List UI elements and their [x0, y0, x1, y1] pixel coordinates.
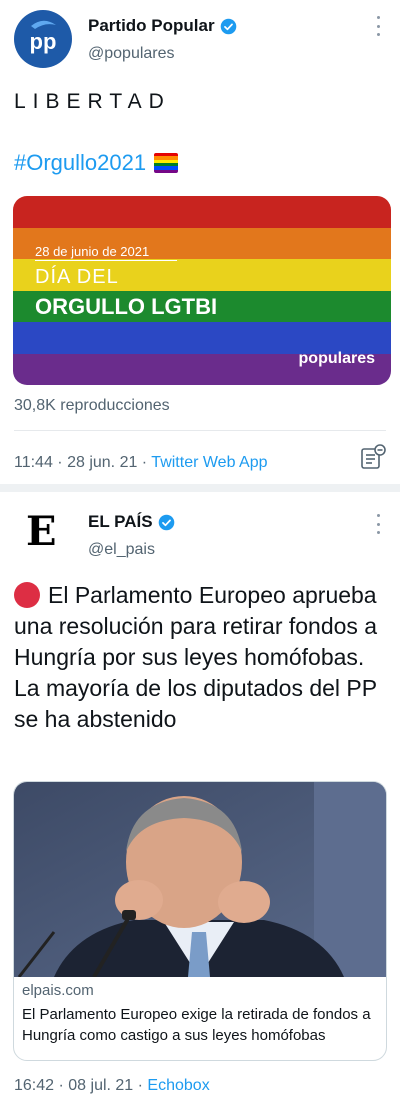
author-handle[interactable]: @el_pais [88, 541, 155, 559]
image-brand: populares [298, 350, 375, 367]
pride-media-image[interactable]: 28 de junio de 2021 DÍA DEL ORGULLO LGTB… [13, 196, 391, 385]
image-line1: DÍA DEL [35, 266, 119, 288]
author-name[interactable]: Partido Popular [88, 16, 215, 36]
view-count: 30,8K reproducciones [14, 397, 170, 414]
tweet-source[interactable]: Echobox [147, 1077, 209, 1094]
verified-badge-icon [158, 514, 174, 530]
card-domain: elpais.com [22, 982, 94, 999]
card-photo [14, 782, 386, 977]
pride-flag-icon [154, 153, 179, 173]
link-card[interactable]: elpais.com El Parlamento Europeo exige l… [13, 781, 387, 1061]
card-title: El Parlamento Europeo exige la retirada … [22, 1006, 371, 1044]
tweet-partido-popular[interactable]: pp Partido Popular @populares LIBERTAD #… [0, 0, 400, 484]
tweet-date[interactable]: 08 jul. 21 [68, 1077, 133, 1094]
tweet-date[interactable]: 28 jun. 21 [67, 454, 137, 471]
author-row: EL PAÍS [88, 512, 175, 532]
author-name[interactable]: EL PAÍS [88, 512, 153, 532]
tweet-text: LIBERTAD [14, 90, 171, 113]
meta-separator: · [54, 1077, 69, 1094]
pp-avatar[interactable]: pp [14, 10, 72, 68]
meta-separator: · [137, 454, 152, 471]
tweet-el-pais[interactable]: E EL PAÍS @el_pais El Parlamento Europeo… [0, 492, 400, 1109]
image-date-underline [35, 260, 177, 261]
pp-logo-icon: pp [14, 10, 72, 68]
red-circle-icon [14, 582, 40, 608]
hashtag-link[interactable]: #Orgullo2021 [14, 150, 179, 176]
meta-separator: · [133, 1077, 148, 1094]
image-date: 28 de junio de 2021 [35, 244, 150, 259]
tweet-separator [0, 484, 400, 492]
tweet-meta: 16:42 · 08 jul. 21 · Echobox [14, 1077, 210, 1095]
tweet-text-block: El Parlamento Europeo aprueba una resolu… [14, 580, 386, 735]
stripe-red [13, 196, 391, 228]
author-handle[interactable]: @populares [88, 45, 175, 63]
tweet-time[interactable]: 16:42 [14, 1077, 54, 1094]
more-options-icon[interactable] [370, 16, 386, 36]
meta-separator: · [52, 454, 68, 471]
stripe-blue [13, 322, 391, 354]
tweet-time[interactable]: 11:44 [14, 454, 53, 471]
tweet-text: El Parlamento Europeo aprueba una resolu… [14, 582, 378, 732]
list-icon[interactable] [360, 444, 386, 470]
tweet-source[interactable]: Twitter Web App [151, 454, 267, 471]
verified-badge-icon [220, 18, 236, 34]
author-row: Partido Popular [88, 16, 237, 36]
hashtag-text: #Orgullo2021 [14, 150, 147, 175]
more-options-icon[interactable] [370, 514, 386, 534]
el-pais-avatar[interactable]: E [26, 512, 57, 552]
divider [14, 430, 386, 431]
tweet-meta: 11:44 · 28 jun. 21 · Twitter Web App [14, 454, 268, 472]
image-line2: ORGULLO LGTBI [35, 294, 218, 319]
svg-text:pp: pp [30, 29, 57, 54]
